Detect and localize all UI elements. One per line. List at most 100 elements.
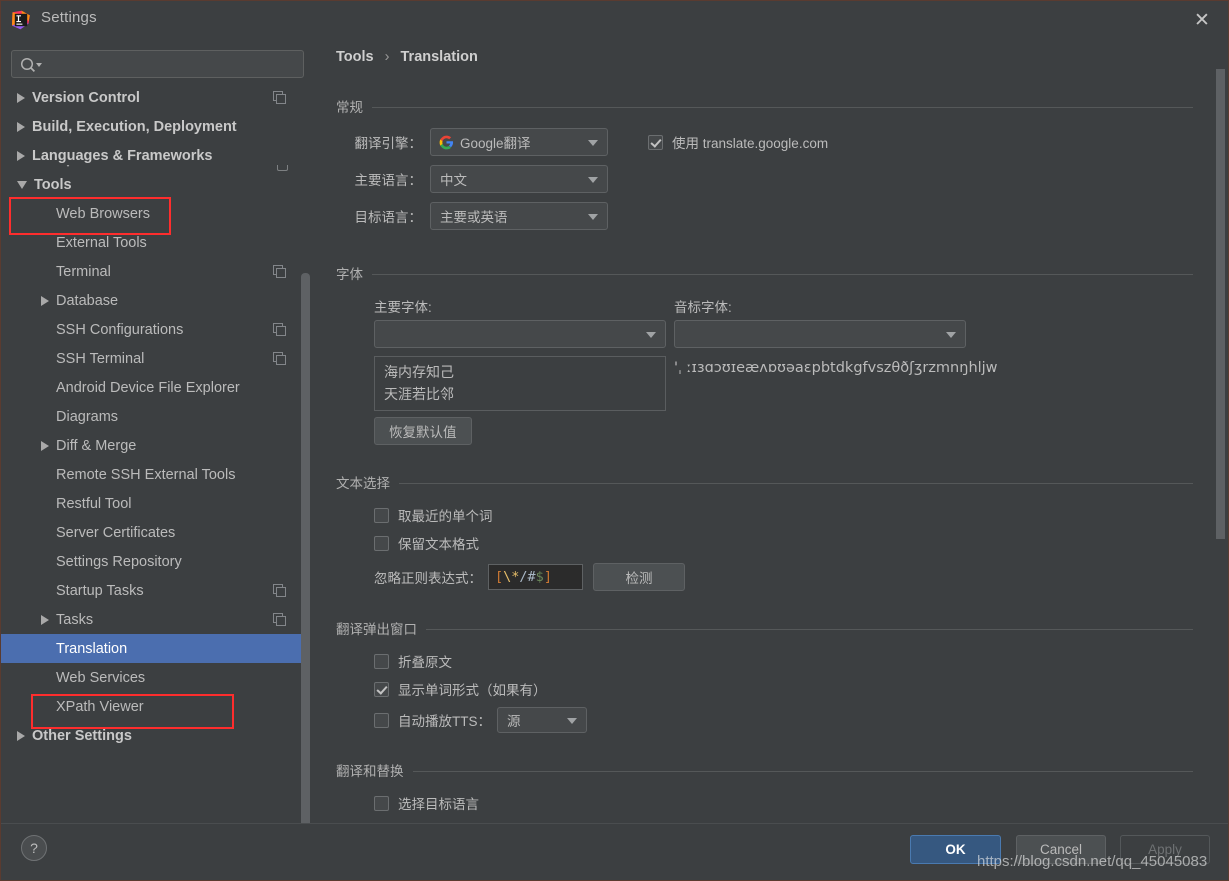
sidebar-item-label: Build, Execution, Deployment [32,118,237,135]
sidebar-item-terminal[interactable]: Terminal [1,257,304,286]
section-font-header: 字体 [336,264,1193,282]
chevron-right-icon[interactable] [17,121,25,132]
sidebar-item-version-control[interactable]: Version Control [1,83,304,112]
sidebar-item-label: Languages & Frameworks [32,147,213,164]
sidebar-item-server-certificates[interactable]: Server Certificates [1,518,304,547]
use-google-label: 使用 translate.google.com [672,136,829,151]
show-word-forms-checkbox[interactable] [374,681,389,697]
sidebar-item-label: Version Control [32,89,140,106]
primary-language-label: 主要语言： [354,173,423,188]
section-translate-replace-header: 翻译和替换 [336,761,1193,779]
engine-value: Google翻译 [460,136,531,151]
sidebar-item-android-device-file-explorer[interactable]: Android Device File Explorer [1,373,304,402]
keep-format-checkbox[interactable] [374,535,389,551]
section-popup-rule [426,628,1193,630]
auto-tts-label: 自动播放TTS： [398,714,491,729]
sidebar-item-startup-tasks[interactable]: Startup Tasks [1,576,304,605]
tts-source-combo[interactable]: 源 [497,707,587,733]
settings-search-box[interactable] [11,50,304,78]
chevron-right-icon[interactable] [17,92,25,103]
detect-button[interactable]: 检测 [593,563,685,591]
sidebar-item-web-services[interactable]: Web Services [1,663,304,692]
chevron-down-icon[interactable] [17,180,27,189]
regex-input[interactable]: [\*/#$] [488,564,583,590]
sidebar-item-label: Terminal [56,263,111,280]
sidebar-item-web-browsers[interactable]: Web Browsers [1,199,304,228]
sidebar-item-label: Tools [34,176,72,193]
primary-font-combo[interactable] [374,320,666,348]
section-font: 字体 主要字体: 海内存知己 天涯若比邻 音标字体: 'ˌ ːɪɜɑɔʊɪeæʌ… [336,264,1193,445]
sidebar-item-ssh-configurations[interactable]: SSH Configurations [1,315,304,344]
chevron-right-icon[interactable] [41,295,49,306]
cancel-button[interactable]: Cancel [1016,835,1106,864]
section-popup: 翻译弹出窗口 折叠原文 显示单词形式（如果有） 自动播放TTS： 源 [336,619,1193,734]
sidebar-item-translation[interactable]: Translation [1,634,304,663]
title-bar: Settings ✕ [1,1,1228,39]
section-text-selection-header: 文本选择 [336,473,1193,491]
copyable-settings-icon [273,613,286,626]
sidebar-item-label: Web Services [56,669,146,686]
sidebar-item-external-tools[interactable]: External Tools [1,228,304,257]
sidebar-item-build-execution-deployment[interactable]: Build, Execution, Deployment [1,112,304,141]
auto-tts-checkbox[interactable] [374,712,389,728]
section-general-rule [372,106,1193,108]
restore-defaults-button[interactable]: 恢复默认值 [374,417,472,445]
sidebar-item-tools[interactable]: Tools [1,170,304,199]
ok-button[interactable]: OK [910,835,1001,864]
sidebar-item-label: Translation [56,640,128,657]
window-title: Settings [41,9,97,26]
regex-token: /# [519,569,536,585]
chevron-right-icon[interactable] [17,730,25,741]
sidebar-item-diff-merge[interactable]: Diff & Merge [1,431,304,460]
help-button[interactable]: ? [21,835,47,861]
sidebar-item-languages-frameworks[interactable]: Languages & Frameworks [1,141,304,170]
copyable-settings-icon [273,265,286,278]
target-language-combo[interactable]: 主要或英语 [430,202,608,230]
sidebar-item-other-settings[interactable]: Other Settings [1,721,304,750]
phonetic-font-combo[interactable] [674,320,966,348]
sidebar-item-label: Android Device File Explorer [56,379,240,396]
sidebar-item-database[interactable]: Database [1,286,304,315]
breadcrumb-parent[interactable]: Tools [336,49,374,65]
sidebar-item-settings-repository[interactable]: Settings Repository [1,547,304,576]
nearest-word-checkbox[interactable] [374,507,389,523]
tree-list[interactable]: Version Control Build, Execution, Deploym… [1,83,304,824]
fold-source-checkbox[interactable] [374,653,389,669]
chevron-right-icon[interactable] [41,440,49,451]
settings-category-tree[interactable]: Version Control Build, Execution, Deploym… [1,83,314,824]
sidebar-item-xpath-viewer[interactable]: XPath Viewer [1,692,304,721]
regex-token: \* [503,569,520,585]
select-target-row: 选择目标语言 [374,792,1193,814]
target-language-label: 目标语言： [354,210,423,225]
content-scrollbar[interactable] [1216,69,1225,539]
phonetic-preview-text: 'ˌ ːɪɜɑɔʊɪeæʌɒʊəaɛpbtdkgfvszθðʃʒrzmnŋhlj… [674,360,998,376]
primary-language-combo[interactable]: 中文 [430,165,608,193]
search-input[interactable] [46,51,296,77]
sidebar-item-label: Settings Repository [56,553,182,570]
sidebar-item-label: SSH Configurations [56,321,184,338]
close-icon[interactable]: ✕ [1192,10,1212,30]
chevron-down-icon [588,177,598,183]
dialog-button-bar: ? OK Cancel Apply [1,823,1228,880]
engine-label: 翻译引擎： [354,136,423,151]
sidebar-item-label: Database [56,292,119,309]
sidebar-item-restful-tool[interactable]: Restful Tool [1,489,304,518]
chevron-right-icon[interactable] [41,614,49,625]
sidebar-scrollbar[interactable] [301,273,310,824]
copyable-settings-icon [273,91,286,104]
copyable-settings-icon [273,323,286,336]
chevron-right-icon[interactable] [17,150,25,161]
select-target-language-checkbox[interactable] [374,795,389,811]
use-google-checkbox[interactable] [648,134,663,150]
sidebar-item-ssh-terminal[interactable]: SSH Terminal [1,344,304,373]
engine-combo[interactable]: Google翻译 [430,128,608,156]
show-word-forms-row: 显示单词形式（如果有） [374,678,1193,700]
show-word-forms-label: 显示单词形式（如果有） [398,683,547,698]
target-language-value: 主要或英语 [440,210,508,225]
sidebar-item-tasks[interactable]: Tasks [1,605,304,634]
sidebar-item-remote-ssh-external-tools[interactable]: Remote SSH External Tools [1,460,304,489]
sidebar-item-diagrams[interactable]: Diagrams [1,402,304,431]
